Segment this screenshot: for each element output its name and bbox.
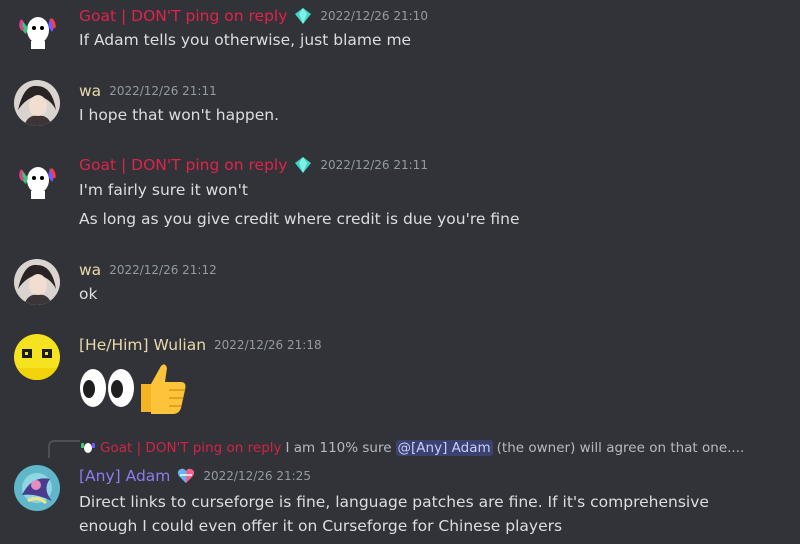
message-text: I'm fairly sure it won't [79,181,248,199]
avatar [80,440,96,456]
message-text: Direct links to curseforge is fine, lang… [79,493,709,511]
avatar[interactable] [14,8,60,54]
message-text: As long as you give credit where credit … [79,210,520,228]
reply-text: I am 110% sure [285,440,392,456]
avatar[interactable] [14,334,60,380]
username[interactable]: [Any] Adam [79,467,170,485]
username[interactable]: Goat | DON'T ping on reply [79,7,287,25]
avatar[interactable] [14,465,60,511]
reply-text: (the owner) will agree on that one.... [496,440,745,456]
username[interactable]: [He/Him] Wulian [79,336,206,354]
reply-username[interactable]: Goat | DON'T ping on reply [100,440,282,456]
username[interactable]: wa [79,261,101,279]
message-text: enough I could even offer it on Cursefor… [79,517,563,535]
reply-connector [48,440,80,458]
username[interactable]: Goat | DON'T ping on reply [79,156,287,174]
timestamp[interactable]: 2022/12/26 21:11 [320,158,428,172]
timestamp[interactable]: 2022/12/26 21:11 [109,84,217,98]
diamond-icon [294,7,312,25]
message-text: If Adam tells you otherwise, just blame … [79,31,412,49]
timestamp[interactable]: 2022/12/26 21:25 [203,469,311,483]
user-mention[interactable]: @[Any] Adam [395,440,493,456]
timestamp[interactable]: 2022/12/26 21:18 [214,338,322,352]
avatar[interactable] [14,80,60,126]
thumbs-up-emoji[interactable] [135,360,189,420]
message-text: ok [79,285,98,303]
heart-icon [177,467,195,485]
username[interactable]: wa [79,82,101,100]
timestamp[interactable]: 2022/12/26 21:10 [320,9,428,23]
reply-preview[interactable]: Goat | DON'T ping on reply I am 110% sur… [80,440,744,456]
message-text: I hope that won't happen. [79,106,280,124]
eyes-emoji[interactable] [79,364,135,416]
avatar[interactable] [14,259,60,305]
diamond-icon [294,156,312,174]
avatar[interactable] [14,158,60,204]
timestamp[interactable]: 2022/12/26 21:12 [109,263,217,277]
